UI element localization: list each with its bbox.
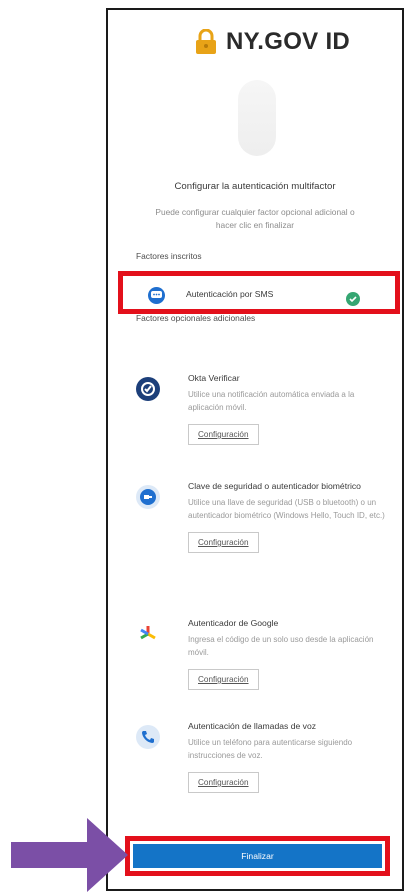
mfa-card: NY.GOV ID Configurar la autenticación mu… bbox=[106, 8, 404, 891]
factor-description: Utilice una llave de seguridad (USB o bl… bbox=[188, 498, 385, 520]
google-authenticator-icon bbox=[136, 622, 160, 646]
factor-placeholder-image bbox=[238, 80, 276, 156]
finish-highlight: Finalizar bbox=[125, 836, 390, 876]
enrolled-factor-sms[interactable]: Autenticación por SMS bbox=[118, 271, 400, 314]
security-key-icon bbox=[136, 485, 160, 509]
configure-google-authenticator-button[interactable]: Configuración bbox=[188, 669, 259, 690]
phone-call-icon bbox=[136, 725, 160, 749]
factor-name: Clave de seguridad o autenticador biomét… bbox=[188, 481, 361, 491]
factor-description: Utilice una notificación automática envi… bbox=[188, 390, 355, 412]
enrolled-factor-label: Autenticación por SMS bbox=[186, 289, 274, 299]
configure-security-key-button[interactable]: Configuración bbox=[188, 532, 259, 553]
optional-factors-heading: Factores opcionales adicionales bbox=[136, 313, 256, 323]
lock-icon bbox=[196, 29, 216, 54]
factor-name: Autenticador de Google bbox=[188, 618, 279, 628]
finish-button[interactable]: Finalizar bbox=[133, 844, 382, 868]
okta-verify-icon bbox=[136, 377, 160, 401]
sms-chat-icon bbox=[148, 287, 165, 304]
configure-voice-call-button[interactable]: Configuración bbox=[188, 772, 259, 793]
factor-description: Utilice un teléfono para autenticarse si… bbox=[188, 738, 353, 760]
page-title: Configurar la autenticación multifactor bbox=[174, 181, 336, 192]
factor-name: Okta Verificar bbox=[188, 373, 240, 383]
enrolled-factors-heading: Factores inscritos bbox=[136, 251, 202, 261]
page-subtitle: Puede configurar cualquier factor opcion… bbox=[155, 207, 355, 230]
arrow-right-icon bbox=[11, 818, 128, 892]
configure-okta-verify-button[interactable]: Configuración bbox=[188, 424, 259, 445]
brand-logo: NY.GOV ID bbox=[194, 27, 350, 57]
check-icon bbox=[346, 292, 360, 306]
factor-description: Ingresa el código de un solo uso desde l… bbox=[188, 635, 374, 657]
brand-name: NY.GOV ID bbox=[226, 28, 351, 55]
factor-name: Autenticación de llamadas de voz bbox=[188, 721, 317, 731]
